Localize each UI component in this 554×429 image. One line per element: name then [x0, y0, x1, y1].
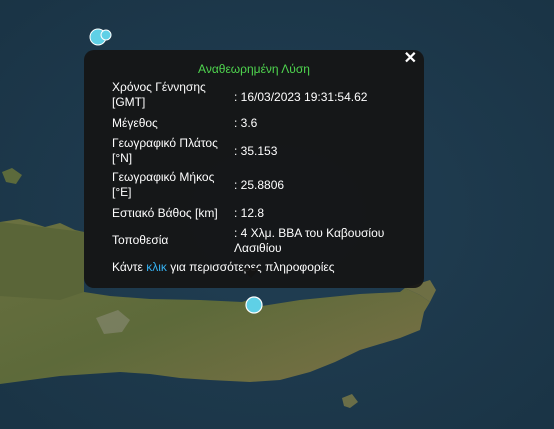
- location-label: Τοποθεσία: [112, 233, 169, 247]
- more-info-prefix: Κάντε: [112, 260, 147, 274]
- epicenter-marker-north-2[interactable]: [100, 29, 112, 41]
- west-crete-land: [0, 222, 84, 300]
- more-info-text: Κάντε κλικ για περισσότερες πληροφορίες: [112, 260, 335, 275]
- earthquake-info-popup: ✕ Αναθεωρημένη Λύση Χρόνος Γέννησης [GMT…: [84, 50, 424, 288]
- longitude-value: : 25.8806: [234, 178, 285, 192]
- more-info-link[interactable]: κλικ: [146, 260, 167, 274]
- latitude-label: Γεωγραφικό Πλάτος [°N]: [112, 136, 218, 165]
- origin-time-label: Χρόνος Γέννησης [GMT]: [112, 80, 206, 109]
- popup-pointer: [242, 268, 260, 278]
- origin-time-value: : 16/03/2023 19:31:54.62: [234, 90, 368, 104]
- epicenter-marker-selected[interactable]: [245, 296, 263, 314]
- latitude-value: : 35.153: [234, 144, 278, 158]
- longitude-label: Γεωγραφικό Μήκος [°E]: [112, 170, 215, 199]
- magnitude-label: Μέγεθος: [112, 116, 158, 130]
- depth-label: Εστιακό Βάθος [km]: [112, 206, 218, 220]
- location-value: : 4 Χλμ. ΒΒΑ του Καβουσίου Λασιθίου: [234, 226, 385, 255]
- magnitude-value: : 3.6: [234, 116, 258, 130]
- popup-title: Αναθεωρημένη Λύση: [198, 62, 310, 76]
- depth-value: : 12.8: [234, 206, 265, 220]
